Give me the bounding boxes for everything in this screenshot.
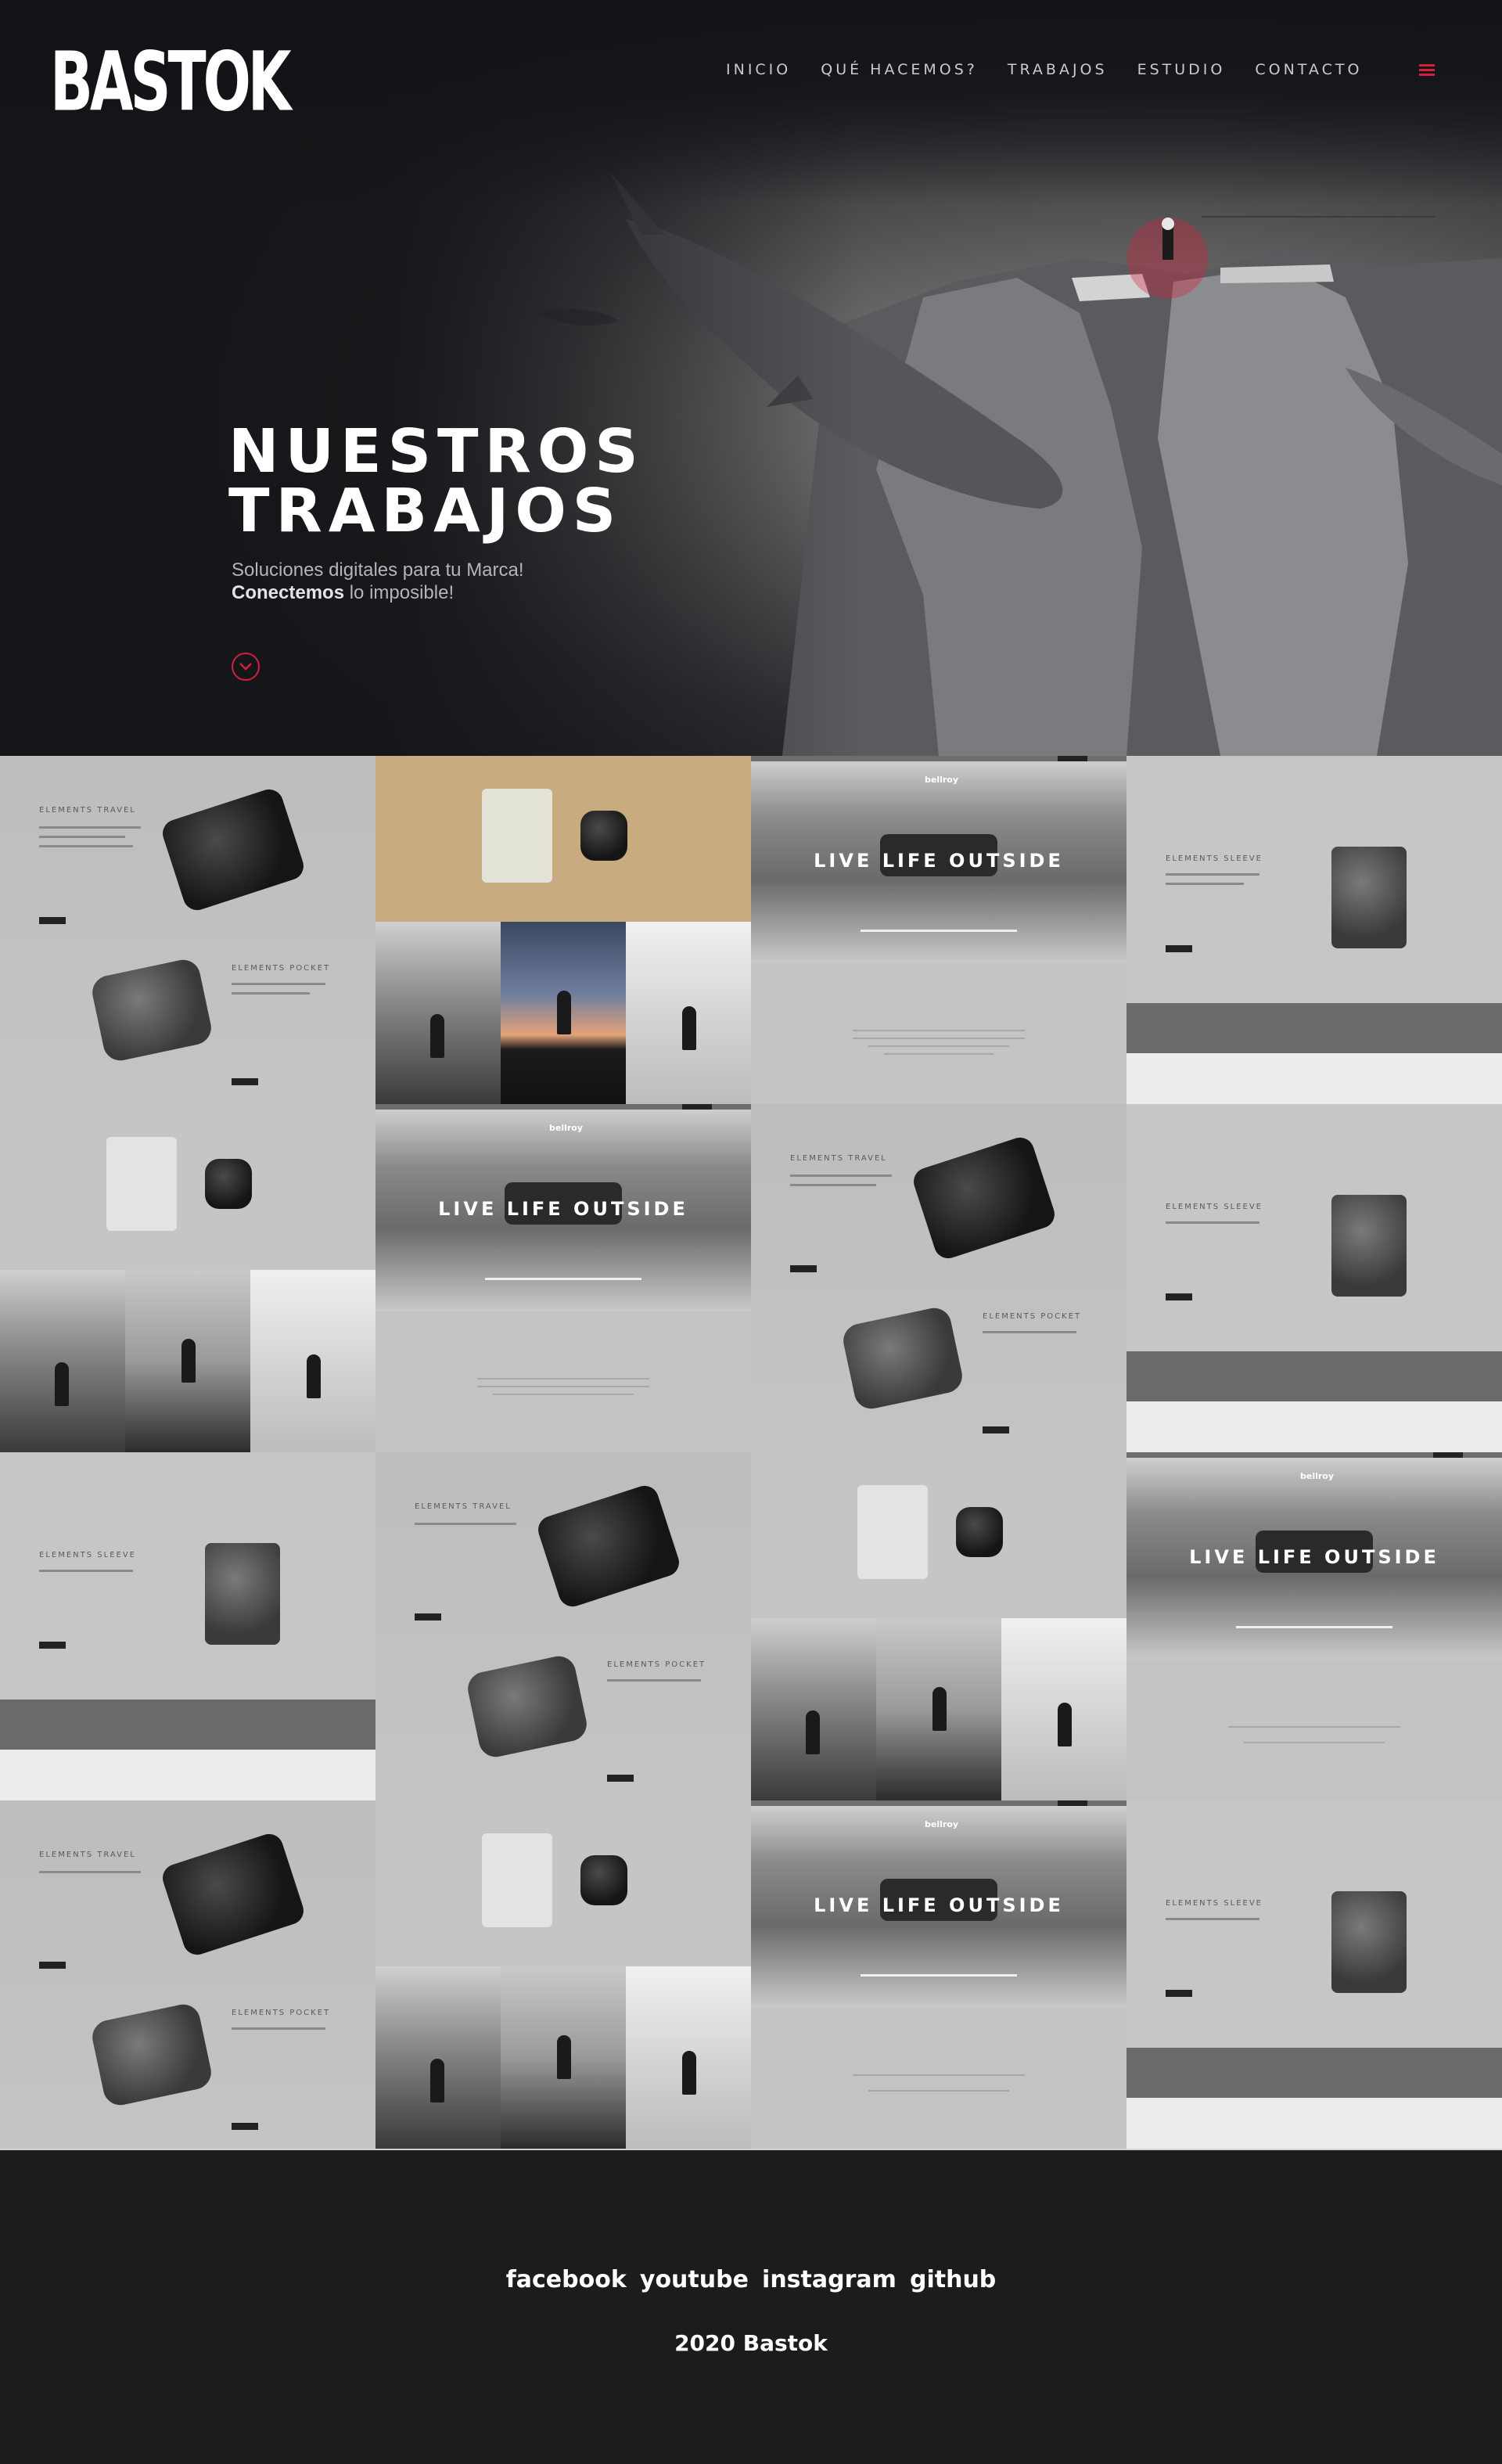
product-label: ELEMENTS POCKET xyxy=(232,2009,331,2017)
page-title: NUESTROS TRABAJOS xyxy=(228,417,645,546)
work-tile[interactable]: ELEMENTS SLEEVE xyxy=(1126,1800,1502,2149)
banner-text: LIVE LIFE OUTSIDE xyxy=(814,1894,1064,1916)
brand-mark: bellroy xyxy=(925,775,959,785)
work-tile[interactable] xyxy=(376,1800,751,2149)
work-tile[interactable]: ELEMENTS TRAVEL ELEMENTS POCKET xyxy=(376,1452,751,1800)
hero-subtitle-line1: Soluciones digitales para tu Marca! xyxy=(232,559,524,581)
social-links: facebook youtube instagram github xyxy=(0,2266,1502,2293)
nav-que-hacemos[interactable]: QUÉ HACEMOS? xyxy=(821,61,978,78)
work-tile[interactable]: ELEMENTS SLEEVE xyxy=(1126,1104,1502,1452)
youtube-link[interactable]: youtube xyxy=(640,2266,749,2293)
site-footer: facebook youtube instagram github 2020 B… xyxy=(0,2150,1502,2464)
product-label: ELEMENTS SLEEVE xyxy=(1166,854,1263,863)
copyright: 2020 Bastok xyxy=(674,2330,828,2356)
page-title-line2: TRABAJOS xyxy=(228,477,623,546)
brand-mark: bellroy xyxy=(1300,1471,1335,1481)
bastok-logo[interactable]: BASTOK xyxy=(50,41,292,127)
product-label: ELEMENTS SLEEVE xyxy=(1166,1899,1263,1908)
brand-mark: bellroy xyxy=(549,1123,584,1133)
product-label: ELEMENTS TRAVEL xyxy=(790,1154,887,1163)
hero-subtitle: Soluciones digitales para tu Marca! Cone… xyxy=(232,559,524,604)
product-label: ELEMENTS POCKET xyxy=(607,1660,706,1669)
product-label: ELEMENTS POCKET xyxy=(983,1312,1082,1321)
instagram-link[interactable]: instagram xyxy=(762,2266,897,2293)
banner-text: LIVE LIFE OUTSIDE xyxy=(1189,1546,1439,1568)
facebook-link[interactable]: facebook xyxy=(506,2266,627,2293)
hero-subtitle-rest: lo imposible! xyxy=(344,582,455,603)
work-tile[interactable]: bellroy LIVE LIFE OUTSIDE xyxy=(751,1800,1126,2149)
work-tile[interactable]: bellroy LIVE LIFE OUTSIDE xyxy=(376,1104,751,1452)
works-gallery: ELEMENTS TRAVEL ELEMENTS POCKET bellroy … xyxy=(0,756,1502,2150)
product-label: ELEMENTS TRAVEL xyxy=(415,1502,512,1511)
github-link[interactable]: github xyxy=(910,2266,996,2293)
hero-divider xyxy=(1202,216,1435,218)
work-tile[interactable] xyxy=(376,756,751,1104)
work-tile[interactable]: bellroy LIVE LIFE OUTSIDE xyxy=(751,756,1126,1104)
product-label: ELEMENTS SLEEVE xyxy=(1166,1203,1263,1211)
hero-section: BASTOK INICIO QUÉ HACEMOS? TRABAJOS ESTU… xyxy=(0,0,1502,756)
brand-mark: bellroy xyxy=(925,1819,959,1829)
work-tile[interactable]: ELEMENTS TRAVEL ELEMENTS POCKET xyxy=(0,1800,376,2149)
product-label: ELEMENTS TRAVEL xyxy=(39,806,136,815)
nav-contacto[interactable]: CONTACTO xyxy=(1255,61,1362,78)
nav-estudio[interactable]: ESTUDIO xyxy=(1137,61,1226,78)
work-tile[interactable]: ELEMENTS TRAVEL ELEMENTS POCKET xyxy=(0,756,376,1104)
work-tile[interactable] xyxy=(751,1452,1126,1800)
product-label: ELEMENTS TRAVEL xyxy=(39,1851,136,1859)
page-title-line1: NUESTROS xyxy=(228,417,645,487)
hero-subtitle-bold: Conectemos xyxy=(232,582,345,603)
banner-text: LIVE LIFE OUTSIDE xyxy=(814,850,1064,872)
logo-text: BASTOK xyxy=(50,34,292,130)
nav-inicio[interactable]: INICIO xyxy=(726,61,791,78)
work-tile[interactable]: bellroy LIVE LIFE OUTSIDE xyxy=(1126,1452,1502,1800)
product-label: ELEMENTS POCKET xyxy=(232,964,331,973)
work-tile[interactable]: ELEMENTS SLEEVE xyxy=(1126,756,1502,1104)
work-tile[interactable] xyxy=(0,1104,376,1452)
hamburger-icon[interactable] xyxy=(1419,64,1435,77)
nav-trabajos[interactable]: TRABAJOS xyxy=(1008,61,1108,78)
banner-text: LIVE LIFE OUTSIDE xyxy=(438,1198,688,1220)
work-tile[interactable]: ELEMENTS SLEEVE xyxy=(0,1452,376,1800)
work-tile[interactable]: ELEMENTS TRAVEL ELEMENTS POCKET xyxy=(751,1104,1126,1452)
main-nav: INICIO QUÉ HACEMOS? TRABAJOS ESTUDIO CON… xyxy=(726,61,1392,78)
chevron-down-circle-icon[interactable] xyxy=(232,653,260,681)
product-label: ELEMENTS SLEEVE xyxy=(39,1551,136,1559)
